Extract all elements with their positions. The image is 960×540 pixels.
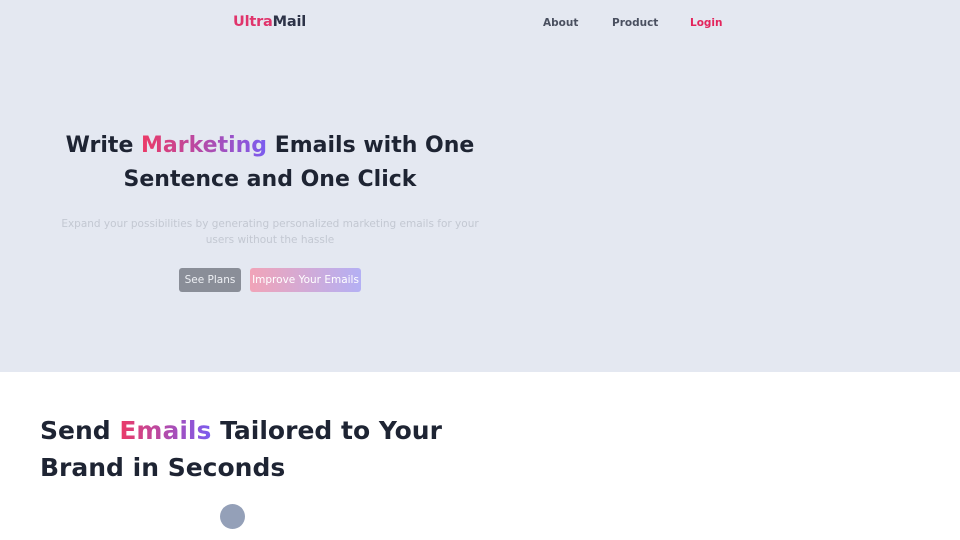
improve-emails-button[interactable]: Improve Your Emails (250, 268, 361, 292)
logo[interactable]: UltraMail (233, 14, 306, 30)
section-title: Send Emails Tailored to Your Brand in Se… (40, 412, 510, 486)
nav-login-link[interactable]: Login (690, 17, 723, 29)
circle-indicator (220, 504, 245, 529)
see-plans-button[interactable]: See Plans (179, 268, 241, 292)
hero-section: UltraMail About Product Login Write Mark… (0, 0, 960, 372)
hero-title-highlight: Marketing (141, 133, 268, 158)
hero-subtitle: Expand your possibilities by generating … (61, 218, 479, 246)
nav-product-link[interactable]: Product (612, 17, 658, 29)
hero-title-pre: Write (65, 133, 142, 158)
hero-title: Write Marketing Emails with One Sentence… (20, 129, 520, 197)
section-title-highlight: Emails (119, 416, 212, 445)
nav-about-link[interactable]: About (543, 17, 578, 29)
section-title-pre: Send (40, 416, 120, 445)
logo-ultra: Ultra (233, 14, 273, 30)
logo-mail: Mail (272, 14, 307, 30)
